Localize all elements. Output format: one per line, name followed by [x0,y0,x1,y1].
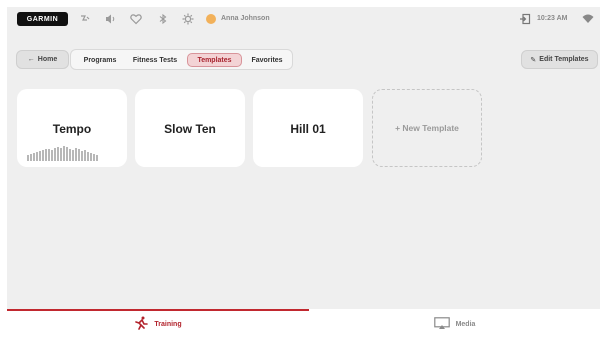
garmin-logo: GARMIN [17,12,68,26]
profile-bar [27,155,29,161]
media-screen-icon [433,316,450,332]
home-button[interactable]: ← Home [16,50,69,69]
template-card-slow-ten[interactable]: Slow Ten [135,89,245,167]
profile-bar [69,149,71,161]
arrow-left-icon: ← [27,56,35,63]
clock: 10:23 AM [537,15,568,22]
user-name[interactable]: Anna Johnson [221,15,270,22]
pencil-icon: ✎ [530,56,537,64]
profile-bar [39,151,41,161]
profile-bar [60,148,62,161]
new-template-label: + New Template [395,123,459,133]
settings-icon[interactable] [182,13,194,25]
exit-icon[interactable] [519,13,531,25]
profile-bar [78,149,80,161]
profile-bar [87,152,89,161]
training-label: Training [154,320,182,328]
home-button-label: Home [37,56,58,63]
profile-bar [51,150,53,161]
profile-bar [90,153,92,161]
template-card-hill-01[interactable]: Hill 01 [253,89,363,167]
new-template-button[interactable]: + New Template [372,89,482,167]
heart-rate-icon[interactable] [130,13,142,25]
profile-bar [48,149,50,161]
profile-bar [63,146,65,161]
profile-bar [36,152,38,161]
profile-bar [72,150,74,161]
tab-fitness-tests[interactable]: Fitness Tests [126,53,184,67]
bottom-tab-media[interactable]: Media [309,309,600,339]
profile-bar [42,150,44,161]
profile-bar [45,149,47,161]
profile-bar [96,155,98,161]
edit-templates-button[interactable]: ✎ Edit Templates [521,50,598,69]
template-card-tempo[interactable]: Tempo [17,89,127,167]
main-screen: GARMIN Anna Johnson 10:23 AM ← Home Prog… [7,7,600,317]
tab-favorites[interactable]: Favorites [245,53,289,67]
media-label: Media [455,320,476,328]
edit-templates-label: Edit Templates [539,56,589,63]
template-tabs: Programs Fitness Tests Templates Favorit… [70,49,293,70]
workout-icon[interactable] [79,13,91,25]
profile-bar [54,148,56,161]
template-title: Tempo [52,122,92,136]
running-icon [134,316,149,332]
bottom-navigation: Training Media [0,309,605,339]
volume-icon[interactable] [105,13,117,25]
profile-bar [57,147,59,161]
tab-templates[interactable]: Templates [187,53,242,67]
tab-programs[interactable]: Programs [78,53,122,67]
profile-bar [81,151,83,161]
profile-bar [66,147,68,161]
profile-bar [93,154,95,161]
workout-profile-chart [27,145,127,161]
template-title: Slow Ten [164,122,216,136]
profile-bar [75,148,77,161]
profile-bar [30,154,32,161]
bluetooth-icon[interactable] [157,13,169,25]
profile-bar [33,153,35,161]
bottom-tab-training[interactable]: Training [7,309,309,339]
top-bar: GARMIN Anna Johnson 10:23 AM [7,7,600,33]
wifi-icon[interactable] [582,13,594,25]
avatar[interactable] [206,14,216,24]
profile-bar [84,150,86,161]
template-title: Hill 01 [290,122,326,136]
